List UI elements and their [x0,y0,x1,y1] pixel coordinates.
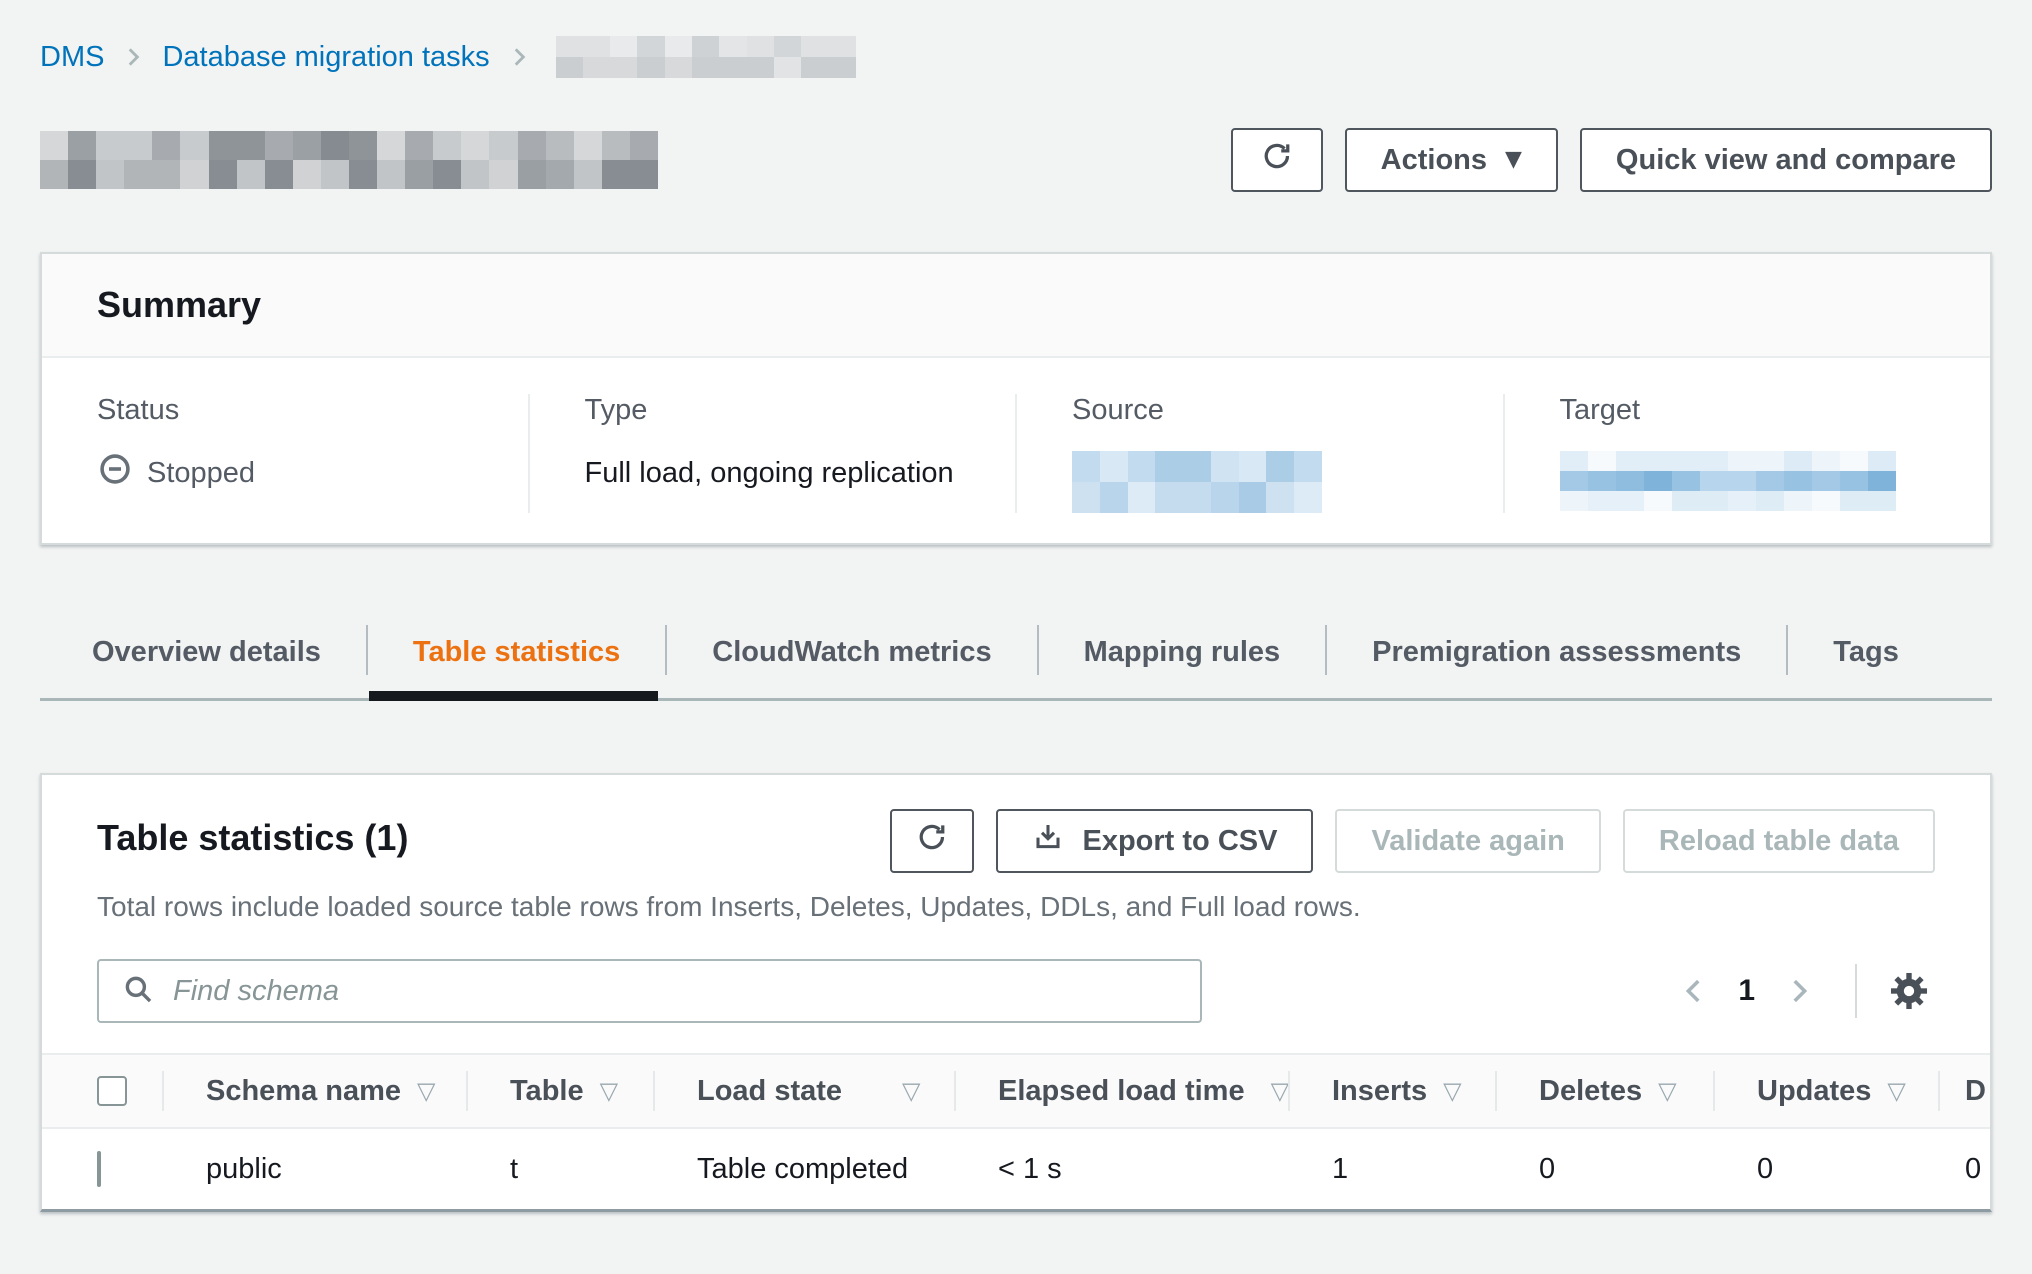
cell-load-state: Table completed [655,1153,956,1186]
breadcrumb-chevron-icon [120,44,146,70]
target-label: Target [1560,394,1936,427]
summary-target-column: Target [1503,394,1991,513]
target-endpoint-link-redacted[interactable] [1560,451,1896,511]
column-header-deletes[interactable]: Deletes▽ [1497,1055,1715,1127]
column-header-load-state[interactable]: Load state▽ [655,1055,956,1127]
table-statistics-actions: Export to CSV Validate again Reload tabl… [890,809,1935,873]
previous-page-button[interactable] [1668,965,1720,1017]
table-row: public t Table completed < 1 s 1 0 0 0 [42,1129,1990,1209]
tab-mapping-rules[interactable]: Mapping rules [1038,607,1327,698]
breadcrumb-chevron-icon [506,44,532,70]
reload-label: Reload table data [1659,825,1899,858]
table-preferences-gear-icon[interactable] [1883,965,1935,1017]
row-checkbox[interactable] [97,1151,101,1187]
breadcrumb-current-redacted [556,36,856,78]
pager-divider [1855,964,1857,1018]
cell-ddls-clipped: 0 [1940,1153,1990,1186]
status-label: Status [97,394,473,427]
table-statistics-title: Table statistics (1) [97,809,408,859]
cell-deletes: 0 [1497,1153,1715,1186]
task-name-redacted [40,131,658,189]
quick-view-label: Quick view and compare [1616,144,1956,177]
refresh-icon [915,820,949,862]
tab-cloudwatch-metrics[interactable]: CloudWatch metrics [666,607,1037,698]
refresh-icon [1260,139,1294,181]
cell-elapsed-load-time: < 1 s [956,1153,1290,1186]
pagination: 1 [1668,964,1935,1018]
dms-task-page: DMS Database migration tasks Actions ▼ [0,0,2032,1212]
breadcrumb-link-dms[interactable]: DMS [40,41,104,74]
sort-icon[interactable]: ▽ [600,1077,618,1105]
summary-header: Summary [42,254,1990,358]
table-header-row: Schema name▽ Table▽ Load state▽ Elapsed … [42,1053,1990,1129]
schema-search-box [97,959,1202,1023]
export-label: Export to CSV [1082,825,1277,858]
column-header-table[interactable]: Table▽ [468,1055,655,1127]
column-header-elapsed-load-time[interactable]: Elapsed load time▽ [956,1055,1290,1127]
sort-icon[interactable]: ▽ [417,1077,435,1105]
caret-down-icon: ▼ [1505,149,1522,171]
summary-type-column: Type Full load, ongoing replication [528,394,1016,513]
column-header-updates[interactable]: Updates▽ [1715,1055,1940,1127]
find-schema-input[interactable] [171,974,1178,1009]
sort-icon[interactable]: ▽ [902,1077,920,1105]
stopped-status-icon [97,451,133,495]
status-text: Stopped [147,457,255,490]
validate-label: Validate again [1371,825,1564,858]
table-statistics-panel: Table statistics (1) [40,773,1992,1212]
column-header-schema-name[interactable]: Schema name▽ [164,1055,468,1127]
actions-button[interactable]: Actions ▼ [1345,128,1558,192]
page-header: Actions ▼ Quick view and compare [40,128,1992,192]
table-statistics-description: Total rows include loaded source table r… [97,891,1935,923]
tab-table-statistics[interactable]: Table statistics [367,607,666,698]
current-page-number[interactable]: 1 [1738,974,1755,1008]
summary-source-column: Source [1015,394,1503,513]
type-value: Full load, ongoing replication [585,451,961,495]
summary-panel: Summary Status Stopped Type Full load, o… [40,252,1992,545]
validate-again-button[interactable]: Validate again [1335,809,1600,873]
cell-inserts: 1 [1290,1153,1497,1186]
sort-icon[interactable]: ▽ [1443,1077,1461,1105]
task-detail-tabs: Overview details Table statistics CloudW… [40,607,1992,701]
breadcrumb: DMS Database migration tasks [40,34,1992,80]
tab-overview-details[interactable]: Overview details [46,607,367,698]
header-actions: Actions ▼ Quick view and compare [1231,128,1992,192]
table-statistics-table: Schema name▽ Table▽ Load state▽ Elapsed … [42,1053,1990,1209]
cell-schema-name: public [164,1153,468,1186]
sort-icon[interactable]: ▽ [1271,1077,1289,1105]
search-icon [121,972,155,1011]
download-icon [1032,821,1064,861]
select-all-checkbox[interactable] [97,1076,127,1106]
breadcrumb-link-tasks[interactable]: Database migration tasks [162,41,489,74]
export-to-csv-button[interactable]: Export to CSV [996,809,1313,873]
refresh-button[interactable] [1231,128,1323,192]
source-endpoint-link-redacted[interactable] [1072,451,1322,513]
column-header-ddls-clipped[interactable]: D [1940,1055,1990,1127]
sort-icon[interactable]: ▽ [1887,1077,1905,1105]
table-refresh-button[interactable] [890,809,974,873]
cell-updates: 0 [1715,1153,1940,1186]
summary-title: Summary [97,284,261,325]
summary-status-column: Status Stopped [42,394,528,513]
reload-table-data-button[interactable]: Reload table data [1623,809,1935,873]
column-header-inserts[interactable]: Inserts▽ [1290,1055,1497,1127]
next-page-button[interactable] [1773,965,1825,1017]
source-label: Source [1072,394,1448,427]
sort-icon[interactable]: ▽ [1658,1077,1676,1105]
status-value: Stopped [97,451,473,495]
actions-label: Actions [1381,144,1487,177]
type-label: Type [585,394,961,427]
cell-table: t [468,1153,655,1186]
tab-tags[interactable]: Tags [1787,607,1945,698]
tab-premigration-assessments[interactable]: Premigration assessments [1326,607,1787,698]
summary-body: Status Stopped Type Full load, ongoing r… [42,358,1990,543]
quick-view-compare-button[interactable]: Quick view and compare [1580,128,1992,192]
